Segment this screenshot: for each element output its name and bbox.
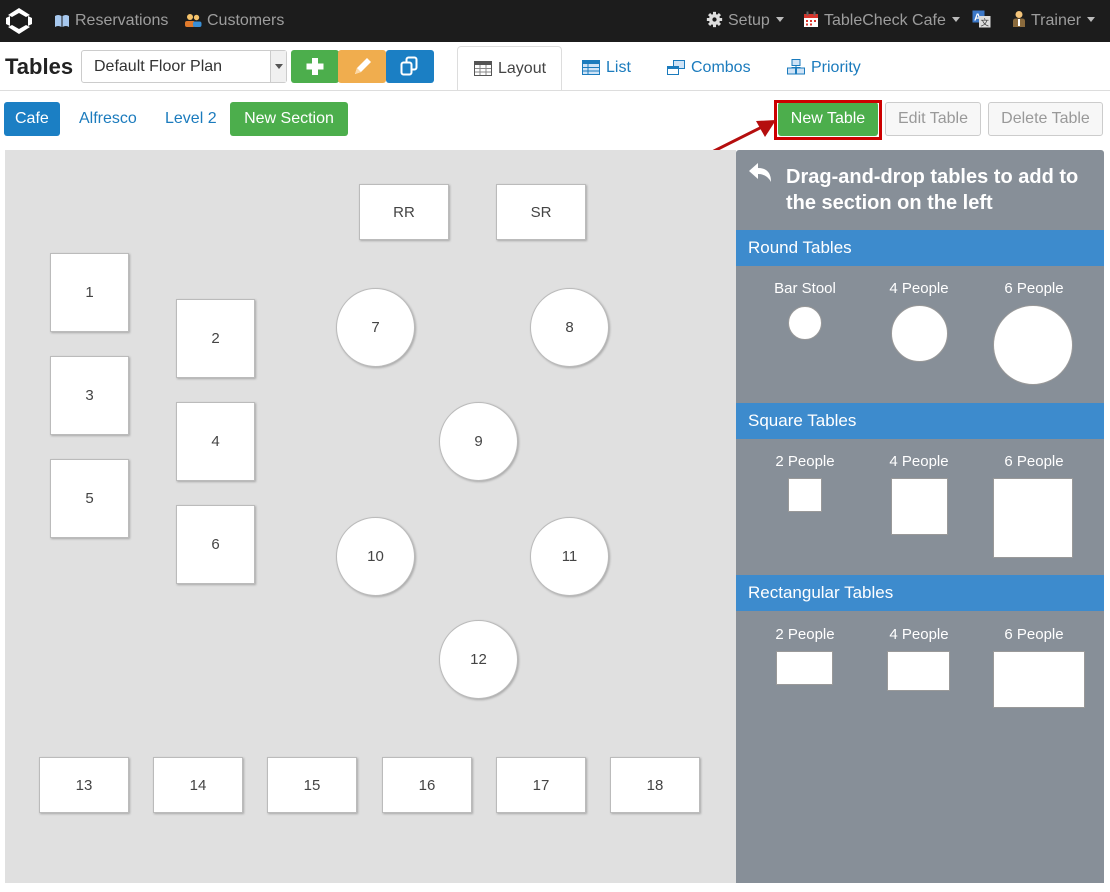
palette-label: 2 People [775,453,835,470]
pencil-icon [355,58,371,74]
tab-list[interactable]: List [582,46,631,91]
copy-floor-plan-button[interactable] [386,50,434,83]
gear-icon [706,11,723,28]
tab-layout[interactable]: Layout [457,46,562,91]
floor-table[interactable]: 17 [496,757,586,813]
nav-customers-label: Customers [207,12,285,29]
floor-plan-select-value: Default Floor Plan [94,58,223,75]
floor-table[interactable]: 4 [176,402,255,481]
category-square-tables: Square Tables [736,403,1104,439]
tab-divider [0,90,1110,91]
users-icon [185,14,202,27]
palette-label: 6 People [1004,626,1064,643]
section-tab-cafe[interactable]: Cafe [4,102,60,136]
new-section-button[interactable]: New Section [230,102,348,136]
delete-table-button[interactable]: Delete Table [988,102,1103,136]
palette-label: 4 People [889,626,949,643]
palette-label: 4 People [889,280,949,297]
floor-table[interactable]: RR [359,184,449,240]
category-rectangular-tables: Rectangular Tables [736,575,1104,611]
floor-table[interactable]: 5 [50,459,129,538]
floor-table[interactable]: 6 [176,505,255,584]
tab-combos-label: Combos [691,59,751,76]
palette-rect-6-people[interactable] [993,651,1085,708]
edit-table-button[interactable]: Edit Table [885,102,981,136]
nav-venue-label: TableCheck Cafe [824,12,946,29]
palette-square-2-people[interactable] [788,478,822,512]
nav-reservations[interactable]: Reservations [54,0,168,42]
translate-icon: A 文 [972,10,991,28]
palette-title: Drag-and-drop tables to add to the secti… [786,166,1079,214]
palette-round-6-people[interactable] [993,305,1073,385]
floor-table[interactable]: 13 [39,757,129,813]
palette-label: 6 People [1004,280,1064,297]
category-round-tables: Round Tables [736,230,1104,266]
palette-label: Bar Stool [774,280,836,297]
floor-table-round[interactable]: 9 [439,402,518,481]
palette-square-6-people[interactable] [993,478,1073,558]
tab-layout-label: Layout [498,60,547,77]
palette-label: 4 People [889,453,949,470]
svg-text:文: 文 [981,18,990,29]
palette-round-4-people[interactable] [891,305,948,362]
tab-priority[interactable]: Priority [787,46,861,91]
palette-rect-4-people[interactable] [887,651,950,691]
floor-table[interactable]: 3 [50,356,129,435]
add-floor-plan-button[interactable] [291,50,339,83]
floor-table[interactable]: 18 [610,757,700,813]
nav-customers[interactable]: Customers [184,0,284,42]
person-icon [1013,11,1025,27]
floor-table[interactable]: 1 [50,253,129,332]
undo-arrow-icon [749,163,771,182]
priority-icon [787,59,805,75]
floor-table[interactable]: SR [496,184,586,240]
tab-list-label: List [606,59,631,76]
tab-priority-label: Priority [811,59,861,76]
nav-user[interactable]: Trainer [1012,0,1096,42]
edit-floor-plan-button[interactable] [338,50,386,83]
floor-table-round[interactable]: 11 [530,517,609,596]
floor-table[interactable]: 2 [176,299,255,378]
nav-user-label: Trainer [1031,12,1082,29]
palette-rect-2-people[interactable] [776,651,833,685]
floor-table-round[interactable]: 10 [336,517,415,596]
list-icon [582,60,600,75]
floor-plan-select[interactable]: Default Floor Plan [81,50,287,83]
palette-label: 2 People [775,626,835,643]
copy-icon [400,56,418,76]
section-tab-alfresco[interactable]: Alfresco [68,102,148,136]
palette-label: 6 People [1004,453,1064,470]
nav-setup-label: Setup [728,12,770,29]
floor-table[interactable]: 16 [382,757,472,813]
nav-setup[interactable]: Setup [706,0,784,42]
combos-icon [667,60,685,75]
table-palette-panel: Drag-and-drop tables to add to the secti… [736,150,1104,883]
calendar-icon [804,11,818,27]
floor-table[interactable]: 14 [153,757,243,813]
floor-table-round[interactable]: 8 [530,288,609,367]
floor-table[interactable]: 15 [267,757,357,813]
palette-square-4-people[interactable] [891,478,948,535]
highlight-box [774,100,882,140]
app-logo-icon[interactable] [4,6,34,36]
plus-icon [306,58,324,75]
top-navbar: Reservations Customers Setup TableCheck … [0,0,1110,42]
chevron-down-icon [270,51,286,82]
nav-reservations-label: Reservations [75,12,169,29]
table-icon [474,61,492,76]
tab-combos[interactable]: Combos [667,46,751,91]
chevron-down-icon [951,17,960,22]
nav-language[interactable]: A 文 [972,0,996,42]
page-title: Tables [5,54,74,79]
floor-table-round[interactable]: 7 [336,288,415,367]
book-icon [55,15,69,27]
nav-venue[interactable]: TableCheck Cafe [803,0,960,42]
floor-plan-canvas[interactable]: RR SR 1 2 3 4 5 6 7 8 9 10 11 12 13 14 1… [5,150,736,883]
chevron-down-icon [775,17,784,22]
palette-round-bar-stool[interactable] [788,306,822,340]
floor-table-round[interactable]: 12 [439,620,518,699]
chevron-down-icon [1087,17,1096,22]
section-tab-level-2[interactable]: Level 2 [154,102,228,136]
